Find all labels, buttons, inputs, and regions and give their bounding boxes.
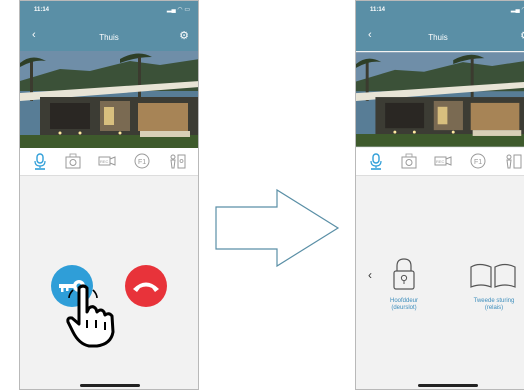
phone-screen-left: 11:14 ▂▄ ◠ ▭ ‹ Thuis ⚙ REC F1 (19, 0, 199, 390)
camera-feed (20, 51, 198, 148)
gear-icon[interactable]: ⚙ (179, 29, 189, 42)
call-controls-area (20, 176, 198, 389)
control-label-line2: (relais) (484, 305, 504, 311)
control-label-line2: (deurslot) (391, 305, 417, 311)
microphone-icon[interactable] (367, 152, 385, 170)
svg-text:F1: F1 (138, 159, 146, 166)
page-title: Thuis (428, 33, 448, 42)
control-label-line1: Hoofddeur (389, 298, 419, 304)
phone-screen-right: 11:14 ▂▄ ◠ ▭ ‹ Thuis ⚙ (355, 0, 524, 390)
svg-text:REC: REC (100, 159, 109, 164)
record-icon[interactable]: REC (98, 152, 116, 170)
app-header: 11:14 ▂▄ ◠ ▭ ‹ Thuis ⚙ (356, 1, 524, 51)
lock-icon[interactable] (392, 257, 416, 291)
status-icons: ▂▄ ◠ ▭ (166, 7, 190, 13)
hang-up-icon[interactable] (124, 264, 168, 308)
door-release-icon[interactable] (168, 152, 186, 170)
microphone-icon[interactable] (31, 152, 49, 170)
control-toolbar: REC F1 (20, 148, 198, 176)
control-label-main-door: Hoofddeur (deurslot) (374, 298, 434, 312)
home-indicator (418, 384, 478, 387)
app-header: 11:14 ▂▄ ◠ ▭ ‹ Thuis ⚙ (20, 1, 198, 51)
control-toolbar: REC F1 (356, 148, 524, 176)
camera-snapshot-icon[interactable] (64, 152, 82, 170)
home-indicator (80, 384, 140, 387)
gear-icon[interactable]: ⚙ (520, 29, 524, 42)
f1-icon[interactable]: F1 (469, 152, 487, 170)
arrow-right-icon (215, 188, 340, 268)
carousel-prev-chevron-icon[interactable]: ‹ (368, 268, 372, 282)
svg-text:F1: F1 (474, 159, 482, 166)
door-release-icon[interactable] (504, 152, 522, 170)
svg-text:REC: REC (436, 159, 445, 164)
gate-icon[interactable] (469, 261, 517, 289)
hand-pointer-icon (66, 284, 115, 348)
status-icons: ▂▄ ◠ ▭ (510, 7, 524, 13)
control-label-line1: Tweede sturing (473, 298, 515, 304)
relay-controls-area: ‹ Hoofddeur (deurslot) Tweede sturing (r… (356, 176, 524, 389)
status-time: 11:14 (370, 7, 386, 13)
record-icon[interactable]: REC (434, 152, 452, 170)
status-time: 11:14 (34, 7, 50, 13)
camera-feed (356, 52, 524, 147)
camera-snapshot-icon[interactable] (400, 152, 418, 170)
control-label-second-relay: Tweede sturing (relais) (458, 298, 524, 312)
f1-icon[interactable]: F1 (133, 152, 151, 170)
page-title: Thuis (99, 33, 119, 42)
